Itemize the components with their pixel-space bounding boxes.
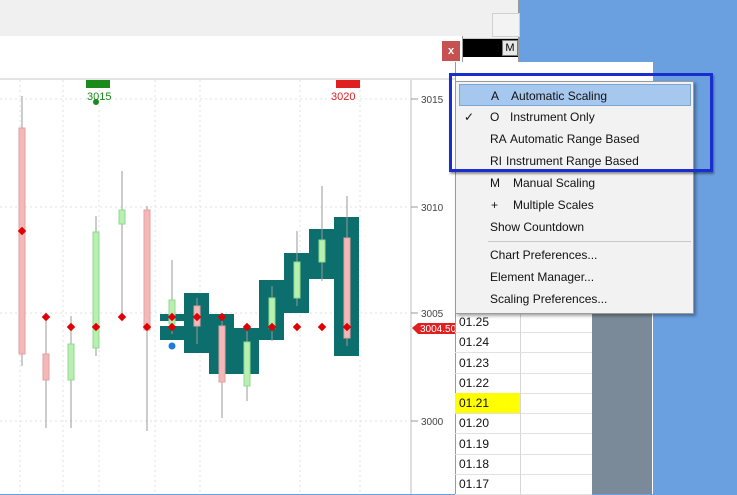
price-chart[interactable]: 3015 3020 3015 3010 3005 3000 3004.50	[0, 66, 462, 494]
last-price-text: 3004.50	[420, 324, 457, 335]
ladder-row[interactable]: 01.24	[455, 332, 592, 354]
chart-background	[0, 66, 462, 494]
menu-item-label: Manual Scaling	[513, 176, 596, 190]
menu-item-show-countdown[interactable]: Show Countdown	[456, 216, 693, 238]
menu-item-label: Multiple Scales	[513, 198, 594, 212]
y-tick-label: 3010	[421, 203, 444, 214]
marker-3015-dot	[93, 99, 99, 105]
m-button[interactable]: M	[502, 40, 518, 56]
menu-item-chart-preferences[interactable]: Chart Preferences...	[456, 244, 693, 266]
highlight-box	[449, 73, 713, 172]
menu-item-key: +	[491, 198, 499, 212]
chart-window-close-button[interactable]: x	[442, 41, 460, 61]
candle	[118, 209, 126, 225]
y-tick-label: 3005	[421, 309, 444, 320]
marker-3020-label: 3020	[331, 91, 355, 103]
y-tick-label: 3015	[421, 95, 444, 106]
ladder-row[interactable]: 01.23	[455, 352, 592, 374]
ladder-price-cell: 01.25	[455, 312, 521, 332]
menu-item-label: Chart Preferences...	[490, 248, 598, 262]
ladder-price-cell: 01.22	[455, 372, 521, 393]
ladder-side-panel	[592, 310, 652, 494]
ladder-row[interactable]: 01.22	[455, 372, 592, 394]
menu-item-scaling-preferences[interactable]: Scaling Preferences...	[456, 288, 693, 310]
ladder-row[interactable]: 01.20	[455, 413, 592, 435]
back-window-title-bar	[0, 0, 518, 39]
back-window-close-button[interactable]	[492, 13, 520, 37]
menu-item-label: Show Countdown	[490, 220, 585, 234]
marker-3020-flag	[336, 80, 360, 88]
menu-item-label: Scaling Preferences...	[490, 292, 608, 306]
menu-item-element-manager[interactable]: Element Manager...	[456, 266, 693, 288]
ladder-row[interactable]: 01.17	[455, 474, 592, 495]
menu-item-key: M	[490, 176, 500, 190]
menu-separator	[488, 241, 691, 242]
blue-marker	[168, 342, 176, 350]
marker-3015-label: 3015	[87, 91, 111, 103]
menu-item-manual-scaling[interactable]: M Manual Scaling	[456, 172, 693, 194]
menu-item-multiple-scales[interactable]: + Multiple Scales	[456, 194, 693, 216]
ladder-price-cell: 01.23	[455, 352, 521, 373]
menu-item-label: Element Manager...	[490, 270, 595, 284]
ladder-row[interactable]: 01.25	[455, 312, 592, 333]
candle	[67, 343, 75, 381]
candle	[18, 127, 26, 355]
ladder-row[interactable]: 01.21	[455, 393, 592, 414]
ladder-price-cell: 01.17	[455, 474, 521, 494]
ladder-price-cell: 01.19	[455, 433, 521, 454]
ladder-price-cell: 01.18	[455, 453, 521, 474]
ladder-price-cell: 01.24	[455, 332, 521, 353]
ladder-price-cell: 01.21	[455, 393, 521, 413]
candle	[42, 353, 50, 381]
ladder-row[interactable]: 01.19	[455, 433, 592, 455]
chart-window-title-bar	[0, 36, 462, 67]
ladder-price-cell: 01.20	[455, 413, 521, 434]
ladder-row[interactable]: 01.18	[455, 453, 592, 475]
candle	[143, 209, 151, 331]
marker-3015-flag	[86, 80, 110, 88]
y-tick-label: 3000	[421, 417, 444, 428]
